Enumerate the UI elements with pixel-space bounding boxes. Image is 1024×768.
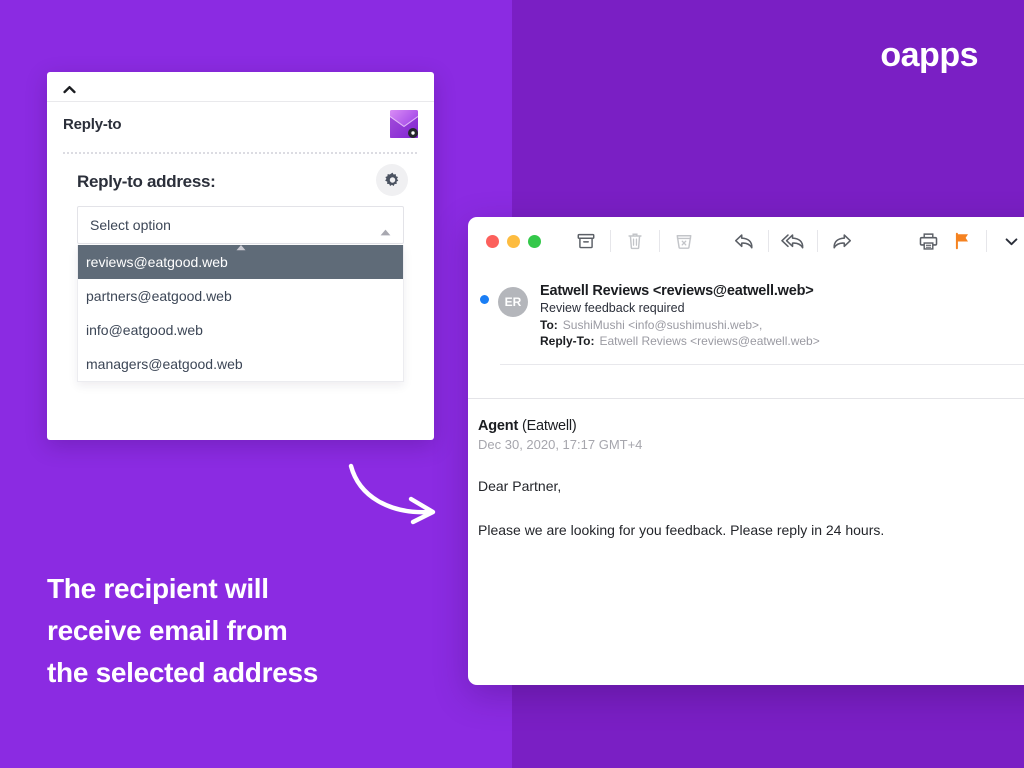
junk-icon[interactable] [667, 226, 701, 256]
mail-client-window: ER Eatwell Reviews <reviews@eatwell.web>… [468, 217, 1024, 685]
chevron-down-icon[interactable] [994, 226, 1024, 256]
envelope-settings-icon [389, 110, 419, 138]
body-date: Dec 30, 2020, 17:17 GMT+4 [478, 437, 643, 452]
message-replyto-row: Reply-To: Eatwell Reviews <reviews@eatwel… [540, 334, 820, 348]
caret-up-icon [380, 223, 391, 236]
card-title: Reply-to [63, 116, 122, 133]
header-divider [500, 364, 1024, 365]
body-author: Agent (Eatwell) [478, 418, 1024, 434]
oapps-logo: oapps [880, 36, 978, 74]
message-header-text: Eatwell Reviews <reviews@eatwell.web> Re… [540, 279, 820, 350]
print-icon[interactable] [911, 226, 945, 256]
reply-to-address-label: Reply-to address: [77, 172, 216, 191]
minimize-button[interactable] [507, 234, 520, 248]
message-body: Agent (Eatwell) Dec 30, 2020, 17:17 GMT+… [468, 399, 1024, 538]
curved-arrow-icon [345, 462, 445, 526]
avatar: ER [498, 287, 528, 317]
reply-to-options-list: reviews@eatgood.web partners@eatgood.web… [77, 245, 404, 382]
reply-icon[interactable] [727, 226, 761, 256]
select-value: Select option [90, 217, 171, 233]
promo-screenshot: oapps Reply-to Reply-to address: Select … [0, 0, 1024, 768]
message-to-value: SushiMushi <info@sushimushi.web>, [562, 318, 763, 332]
list-item[interactable]: managers@eatgood.web [78, 347, 403, 381]
promo-caption: The recipient will receive email from th… [47, 568, 447, 694]
unread-indicator[interactable] [480, 295, 489, 304]
card-topbar [47, 72, 434, 102]
toolbar-separator [659, 230, 660, 252]
message-replyto-value: Eatwell Reviews <reviews@eatwell.web> [599, 334, 820, 348]
reply-to-settings-card: Reply-to Reply-to address: Select option… [47, 72, 434, 440]
zoom-button[interactable] [528, 234, 541, 248]
message-to-row: To: SushiMushi <info@sushimushi.web>, [540, 318, 820, 332]
body-author-org: (Eatwell) [521, 418, 577, 434]
body-text: Please we are looking for you feedback. … [478, 522, 885, 538]
caption-line-2: receive email from [47, 615, 288, 646]
list-item[interactable]: info@eatgood.web [78, 313, 403, 347]
reply-all-icon[interactable] [776, 226, 810, 256]
message-from: Eatwell Reviews <reviews@eatwell.web> [540, 283, 814, 299]
card-body: Reply-to address: Select option reviews@… [47, 158, 434, 382]
forward-icon[interactable] [825, 226, 859, 256]
message-header: ER Eatwell Reviews <reviews@eatwell.web>… [468, 265, 1024, 350]
flag-icon[interactable] [945, 226, 979, 256]
toolbar-separator [817, 230, 818, 252]
body-author-name: Agent [478, 418, 519, 434]
close-button[interactable] [486, 234, 499, 248]
chevron-up-icon[interactable] [63, 81, 76, 94]
toolbar-separator [986, 230, 987, 252]
message-subject: Review feedback required [540, 301, 685, 315]
body-greeting: Dear Partner, [478, 478, 562, 494]
trash-icon[interactable] [618, 226, 652, 256]
caption-line-3: the selected address [47, 657, 319, 688]
card-header: Reply-to [47, 102, 434, 158]
toolbar-separator [610, 230, 611, 252]
toolbar-separator [768, 230, 769, 252]
list-item[interactable]: partners@eatgood.web [78, 279, 403, 313]
message-to-label: To: [540, 318, 558, 332]
mail-toolbar [468, 217, 1024, 265]
scroll-up-indicator-icon [235, 238, 246, 251]
gear-icon[interactable] [376, 164, 408, 196]
message-replyto-label: Reply-To: [540, 334, 595, 348]
archive-icon[interactable] [569, 226, 603, 256]
caption-line-1: The recipient will [47, 573, 269, 604]
window-traffic-lights [486, 234, 541, 248]
card-divider [63, 152, 418, 154]
